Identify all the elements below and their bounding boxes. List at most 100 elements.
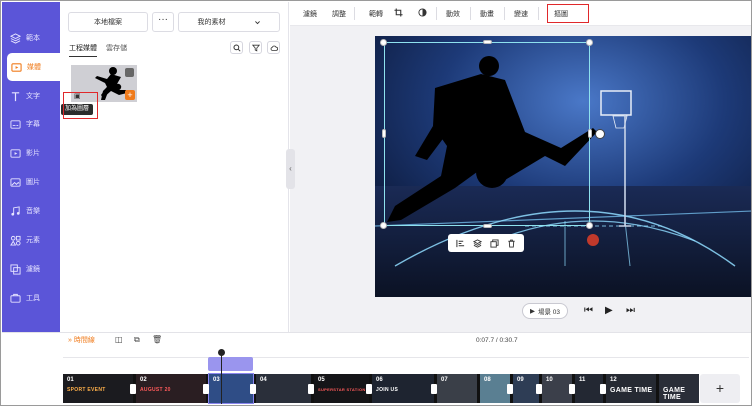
resize-handle-top[interactable] [483,40,492,44]
clip-01[interactable]: 01 SPORT EVENT [63,374,133,403]
clip-number: 07 [441,377,448,383]
transition-marker[interactable] [130,384,136,394]
clip-12[interactable]: 12 GAME TIME [606,374,656,403]
transition-marker[interactable] [600,384,606,394]
transition-marker[interactable] [569,384,575,394]
sidebar-item-filter[interactable]: 濾鏡 [2,255,60,283]
sidebar-item-video[interactable]: 影片 [2,139,60,167]
toolbar-crop[interactable] [394,8,403,19]
play-button[interactable]: ▶ [605,305,613,316]
transition-marker[interactable] [203,384,209,394]
transition-marker[interactable] [507,384,513,394]
clip-13[interactable]: GAME TIME [659,374,699,403]
toolbar-opacity[interactable] [418,8,427,19]
selected-layer-block[interactable] [208,357,253,371]
local-files-button[interactable]: 本地檔案 [68,12,148,32]
timeline-ruler[interactable] [63,350,749,358]
sidebar-item-label: 元素 [26,237,40,244]
sidebar-item-subtitle[interactable]: 字幕 [2,110,60,138]
transition-marker[interactable] [366,384,372,394]
filter-icon [10,263,21,275]
clip-number: 09 [517,377,524,383]
sidebar-item-label: 媒體 [27,64,41,71]
toolbar-rotate[interactable]: 範轉 [369,9,383,19]
toolbar-filter[interactable]: 濾鏡 [303,9,317,19]
resize-handle-left[interactable] [382,129,386,138]
sidebar-item-label: 工具 [26,295,40,302]
cloud-upload-button[interactable] [267,41,280,54]
sidebar-item-label: 字幕 [26,121,40,128]
resize-handle-bottom-left[interactable] [380,222,387,229]
resize-handle-bottom-right[interactable] [586,222,593,229]
toolbar-motion[interactable]: 動效 [446,9,460,19]
clip-title: AUGUST 20 [140,387,171,393]
sidebar-item-media[interactable]: 媒體 [7,53,60,81]
clip-title: GAME TIME [610,387,653,394]
timeline-label: 時間線 [73,337,95,344]
toolbar-speed[interactable]: 變速 [514,9,528,19]
clip-title: JOIN US [376,387,399,393]
clip-title: GAME TIME [663,387,686,401]
timeline-toggle[interactable]: » 時間線 [68,335,95,345]
sidebar-item-label: 影片 [26,150,40,157]
scene-play-button[interactable]: ▶ 場景 03 [522,303,568,319]
filter-button[interactable] [249,41,262,54]
transition-marker[interactable] [536,384,542,394]
clip-02[interactable]: 02 AUGUST 20 [136,374,206,403]
clip-title: SPORT EVENT [67,387,106,393]
layer-selection-box[interactable] [384,42,590,226]
clip-03[interactable]: 03 [208,373,254,404]
transition-marker[interactable] [250,384,256,394]
scene-label: 場景 03 [537,309,561,316]
tab-project-media[interactable]: 工程媒體 [69,43,97,57]
toolbar-divider [538,7,539,20]
elements-icon [10,235,21,246]
toolbar-animation[interactable]: 動畫 [480,9,494,19]
resize-handle-right[interactable] [588,129,592,138]
clip-11[interactable]: 11 [575,374,603,403]
clip-10[interactable]: 10 [542,374,572,403]
clip-06[interactable]: 06 JOIN US [372,374,434,403]
transition-marker[interactable] [308,384,314,394]
layers-icon[interactable] [473,238,482,248]
resize-handle-top-right[interactable] [586,39,593,46]
sidebar-item-text[interactable]: 文字 [2,82,60,110]
sidebar-item-image[interactable]: 圖片 [2,168,60,196]
asset-panel: 本地檔案 ··· 我的素材 工程媒體 雲存儲 ▣ + 加為圖層 [60,2,289,332]
toolbar-adjust[interactable]: 調整 [332,9,346,19]
next-button[interactable]: ⏭ [626,305,635,316]
resize-handle-bottom[interactable] [483,224,492,228]
tab-cloud-storage[interactable]: 雲存儲 [106,43,127,56]
sidebar-item-label: 濾鏡 [26,266,40,273]
transition-marker[interactable] [431,384,437,394]
sidebar-item-tools[interactable]: 工具 [2,284,60,312]
split-icon[interactable]: ◫ [115,335,123,344]
my-assets-dropdown[interactable]: 我的素材 [178,12,280,32]
clip-07[interactable]: 07 [437,374,477,403]
sidebar-item-music[interactable]: 音樂 [2,197,60,225]
duplicate-icon[interactable] [490,238,499,248]
align-icon[interactable] [456,239,465,248]
more-options-button[interactable]: ··· [152,12,174,32]
resize-handle-top-left[interactable] [380,39,387,46]
toolbar-divider [470,7,471,20]
delete-icon[interactable] [507,239,516,248]
clip-08[interactable]: 08 [480,374,510,403]
previous-button[interactable]: ⏮ [584,305,593,316]
clip-05[interactable]: 05 SUPERSTAR STATION [314,374,369,403]
add-to-layer-button[interactable]: + [125,90,135,100]
add-clip-button[interactable]: + [700,374,740,403]
collapse-panel-handle[interactable]: ‹ [286,149,295,189]
sidebar-item-template[interactable]: 範本 [2,24,60,52]
trash-icon[interactable]: 🗑 [152,335,162,344]
clip-number: 11 [579,377,586,383]
copy-icon[interactable]: ⧉ [134,335,140,345]
playhead[interactable] [221,350,222,404]
sidebar-item-label: 音樂 [26,208,40,215]
search-icon [232,43,241,52]
sidebar-item-elements[interactable]: 元素 [2,226,60,254]
my-assets-label: 我的素材 [197,19,226,26]
clip-04[interactable]: 04 [256,374,311,403]
search-button[interactable] [230,41,243,54]
music-icon [11,205,20,216]
